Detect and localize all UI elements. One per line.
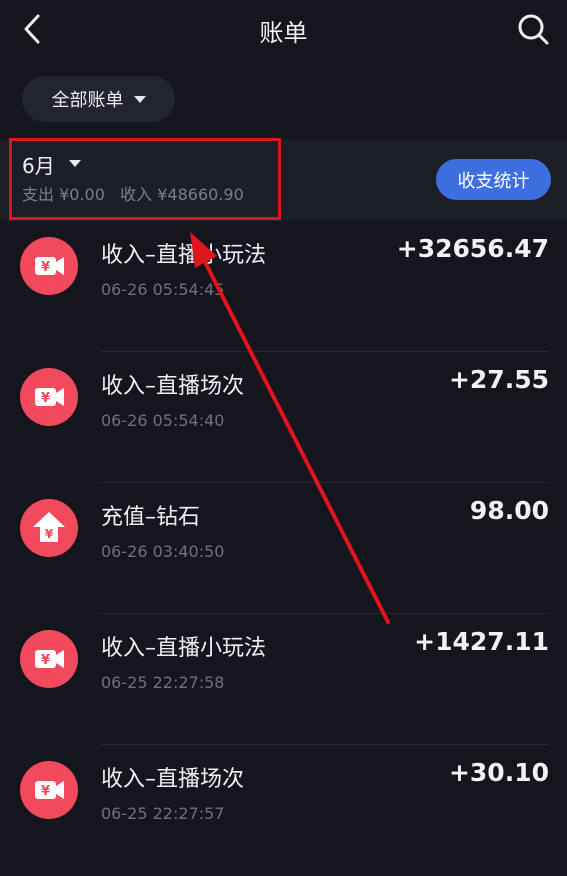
- transaction-time: 06-25 22:27:58: [101, 673, 225, 692]
- transaction-row[interactable]: ¥ 收入–直播小玩法 06-26 05:54:45 +32656.47: [0, 221, 567, 352]
- svg-text:¥: ¥: [41, 391, 50, 406]
- svg-text:¥: ¥: [45, 527, 54, 541]
- transaction-time: 06-25 22:27:57: [101, 804, 225, 823]
- transaction-amount: +27.55: [448, 365, 549, 394]
- yen-video-icon: ¥: [20, 761, 78, 819]
- transaction-row[interactable]: ¥ 收入–直播场次 06-25 22:27:57 +30.10: [0, 745, 567, 876]
- transaction-title: 收入–直播场次: [101, 767, 245, 792]
- dropdown-triangle-icon: [133, 95, 146, 103]
- income-expense-stats-button[interactable]: 收支统计: [436, 159, 551, 200]
- transaction-time: 06-26 03:40:50: [101, 542, 225, 561]
- svg-text:¥: ¥: [41, 260, 50, 275]
- transaction-title: 充值–钻石: [101, 505, 201, 530]
- transaction-amount: +32656.47: [396, 234, 549, 263]
- transaction-title: 收入–直播小玩法: [101, 636, 267, 661]
- transaction-row[interactable]: ¥ 充值–钻石 06-26 03:40:50 98.00: [0, 483, 567, 614]
- page-title: 账单: [259, 19, 308, 47]
- yen-up-arrow-icon: ¥: [20, 499, 78, 557]
- yen-video-icon: ¥: [20, 368, 78, 426]
- transaction-row[interactable]: ¥ 收入–直播场次 06-26 05:54:40 +27.55: [0, 352, 567, 483]
- search-icon[interactable]: [515, 11, 551, 47]
- yen-video-icon: ¥: [20, 237, 78, 295]
- yen-video-icon: ¥: [20, 630, 78, 688]
- transaction-amount: 98.00: [469, 496, 549, 525]
- transaction-amount: +1427.11: [414, 627, 549, 656]
- svg-text:¥: ¥: [41, 784, 50, 799]
- transaction-row[interactable]: ¥ 收入–直播小玩法 06-25 22:27:58 +1427.11: [0, 614, 567, 745]
- transaction-time: 06-26 05:54:40: [101, 411, 225, 430]
- bill-filter-label: 全部账单: [51, 90, 124, 111]
- transaction-title: 收入–直播场次: [101, 374, 245, 399]
- bill-filter-dropdown[interactable]: 全部账单: [22, 76, 175, 122]
- transaction-amount: +30.10: [448, 758, 549, 787]
- annotation-highlight-box: [9, 138, 281, 220]
- header-bar: 账单: [0, 0, 567, 60]
- transaction-time: 06-26 05:54:45: [101, 280, 225, 299]
- transaction-title: 收入–直播小玩法: [101, 243, 267, 268]
- svg-text:¥: ¥: [41, 653, 50, 668]
